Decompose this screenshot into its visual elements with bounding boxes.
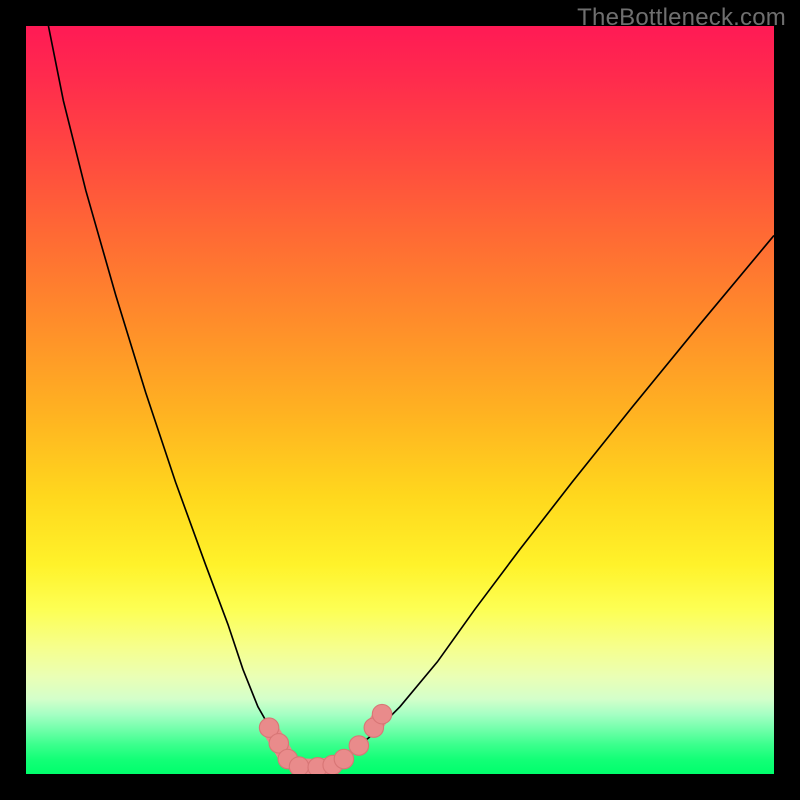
data-markers <box>259 704 391 774</box>
chart-svg <box>26 26 774 774</box>
watermark-text: TheBottleneck.com <box>577 4 786 32</box>
pt-low-a <box>289 757 308 774</box>
pt-right-top <box>372 704 391 723</box>
outer-frame: TheBottleneck.com <box>0 0 800 800</box>
pt-right-mid <box>349 736 368 755</box>
pt-right-low <box>334 749 353 768</box>
plot-area <box>26 26 774 774</box>
bottleneck-curve <box>48 26 774 767</box>
